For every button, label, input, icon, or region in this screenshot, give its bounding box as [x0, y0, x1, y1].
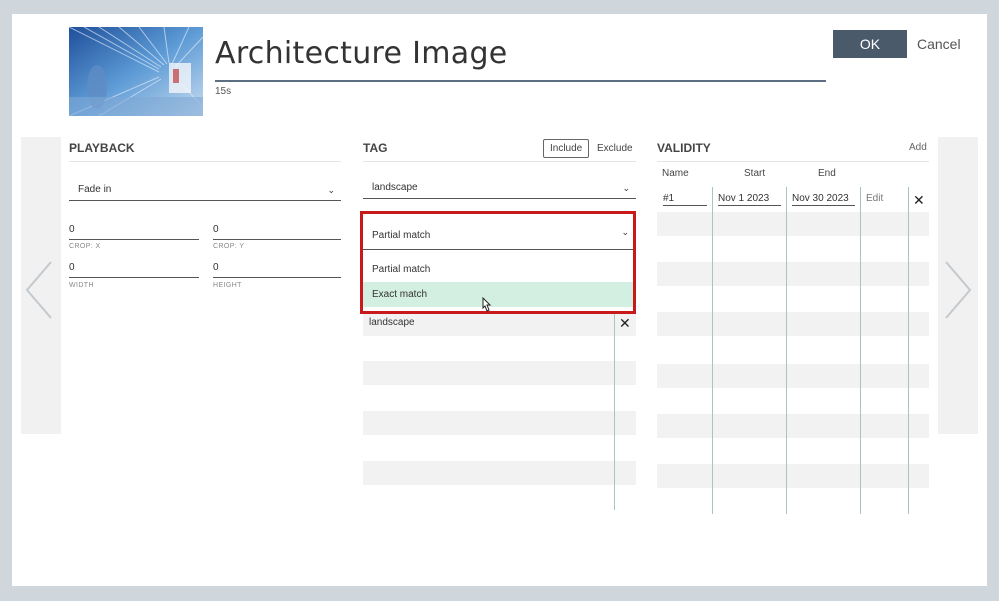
title-underline — [215, 80, 826, 82]
chevron-right-icon — [945, 261, 972, 319]
tag-select[interactable]: landscape ⌄ — [363, 177, 636, 199]
next-panel[interactable] — [938, 137, 978, 434]
tag-section-title: TAG — [363, 141, 388, 155]
divider — [363, 161, 636, 162]
table-row — [657, 312, 929, 336]
table-row — [657, 414, 929, 438]
column-divider — [614, 312, 615, 510]
ok-button[interactable]: OK — [833, 30, 907, 58]
remove-tag-icon[interactable]: ✕ — [619, 316, 631, 330]
table-row — [657, 262, 929, 286]
edit-validity-button[interactable]: Edit — [866, 193, 883, 204]
column-divider — [712, 187, 713, 514]
validity-name-input[interactable]: #1 — [663, 193, 707, 206]
column-header-end: End — [818, 168, 836, 179]
validity-end-input[interactable]: Nov 30 2023 — [792, 193, 855, 206]
duration-label: 15s — [215, 86, 232, 97]
chevron-down-icon: ⌄ — [622, 183, 630, 193]
table-row — [657, 212, 929, 236]
media-thumbnail — [69, 27, 203, 116]
tag-select-value: landscape — [372, 182, 418, 193]
exclude-toggle[interactable]: Exclude — [591, 140, 639, 157]
column-divider — [860, 187, 861, 514]
option-exact-match[interactable]: Exact match — [363, 282, 633, 307]
width-label: WIDTH — [69, 282, 94, 289]
table-row — [363, 361, 636, 385]
playback-section-title: PLAYBACK — [69, 141, 135, 155]
transition-select[interactable]: Fade in ⌄ — [69, 179, 341, 201]
page-title: Architecture Image — [215, 36, 508, 71]
match-type-select[interactable]: Partial match ⌄ — [363, 214, 633, 250]
validity-start-input[interactable]: Nov 1 2023 — [718, 193, 781, 206]
crop-y-label: CROP: Y — [213, 243, 245, 250]
width-input[interactable]: 0 — [69, 260, 199, 278]
include-toggle[interactable]: Include — [543, 139, 590, 158]
column-header-start: Start — [744, 168, 766, 179]
column-divider — [786, 187, 787, 514]
height-label: HEIGHT — [213, 282, 242, 289]
chevron-left-icon — [25, 261, 52, 319]
chevron-down-icon: ⌄ — [327, 185, 335, 195]
crop-y-input[interactable]: 0 — [213, 222, 341, 240]
table-row — [363, 461, 636, 485]
edit-media-dialog: Architecture Image 15s OK Cancel PLAYBAC… — [12, 14, 987, 586]
match-type-dropdown[interactable]: Partial match ⌄ Partial match Exact matc… — [360, 211, 636, 314]
add-validity-button[interactable]: Add — [909, 142, 927, 153]
previous-panel[interactable] — [21, 137, 61, 434]
height-input[interactable]: 0 — [213, 260, 341, 278]
column-header-name: Name — [662, 168, 689, 179]
validity-section-title: VALIDITY — [657, 141, 711, 155]
divider — [69, 161, 341, 162]
table-row — [657, 464, 929, 488]
tag-row-label: landscape — [369, 317, 415, 328]
match-type-value: Partial match — [372, 230, 431, 241]
crop-x-label: CROP: X — [69, 243, 101, 250]
column-divider — [908, 187, 909, 514]
transition-value: Fade in — [78, 184, 112, 195]
remove-validity-icon[interactable]: ✕ — [913, 193, 925, 207]
crop-x-input[interactable]: 0 — [69, 222, 199, 240]
cancel-button[interactable]: Cancel — [917, 36, 961, 52]
mouse-pointer-icon — [482, 297, 492, 312]
table-row — [363, 411, 636, 435]
chevron-down-icon: ⌄ — [621, 227, 629, 237]
table-row — [657, 364, 929, 388]
option-partial-match[interactable]: Partial match — [363, 257, 633, 282]
divider — [657, 161, 929, 162]
